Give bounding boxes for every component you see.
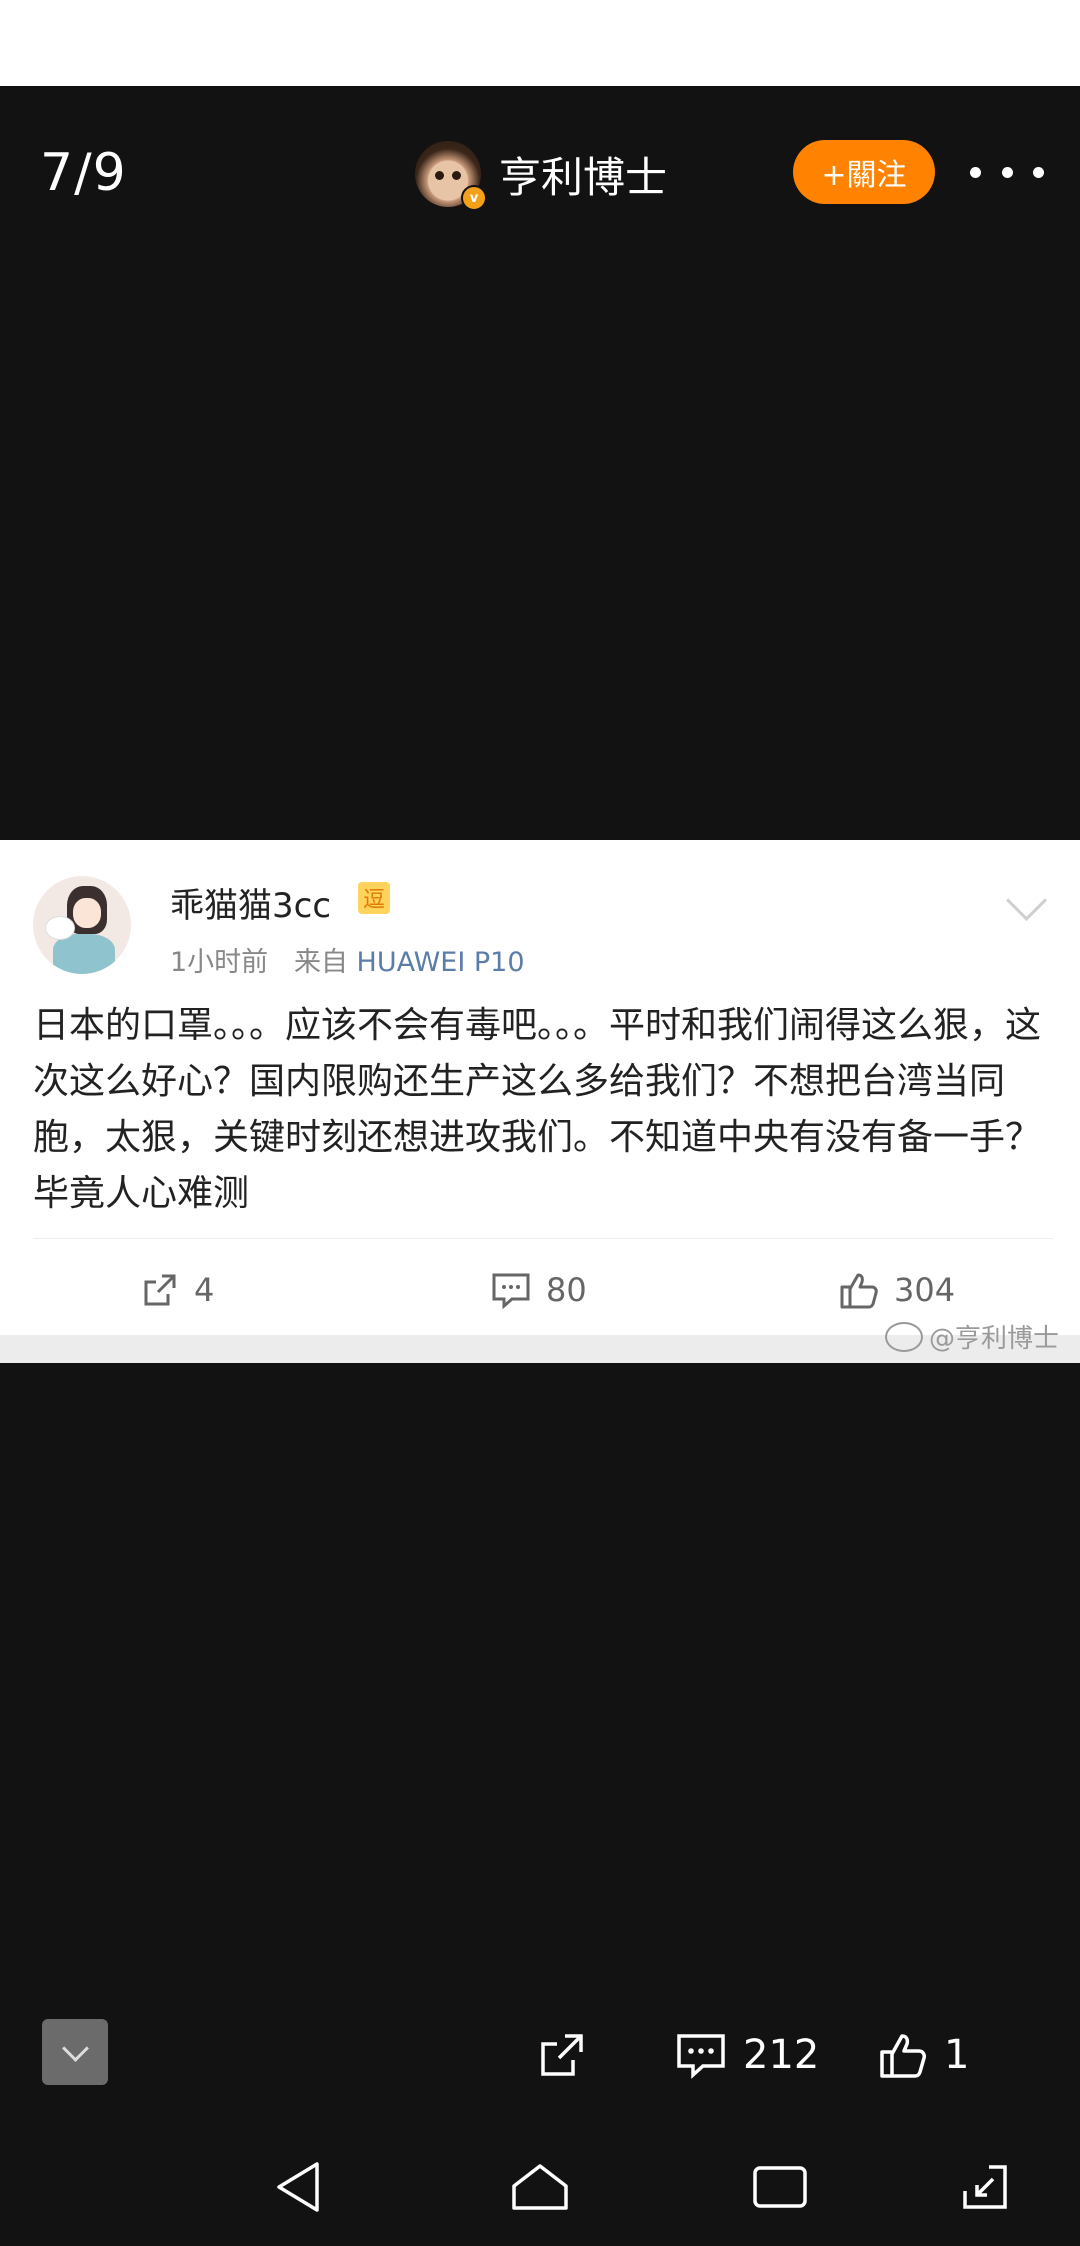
bottom-comment-count: 212 — [743, 2032, 820, 2078]
expand-icon — [963, 2165, 1007, 2209]
bottom-comment-button[interactable]: 212 — [675, 2025, 819, 2085]
system-nav-bar — [0, 2140, 1080, 2246]
post-like-count: 304 — [894, 1271, 956, 1309]
verified-badge-icon: v — [461, 185, 487, 211]
post-time: 1小时前 — [170, 947, 269, 978]
post-comment-count: 80 — [546, 1271, 587, 1309]
nav-home-button[interactable] — [505, 2152, 575, 2222]
post-share: 4 — [140, 1260, 214, 1320]
nav-home-icon — [512, 2164, 568, 2210]
chevron-down-icon — [1005, 879, 1048, 922]
post-comment: 80 — [490, 1260, 587, 1320]
nav-back-icon — [277, 2162, 319, 2212]
watermark-text: @亨利博士 — [929, 1324, 1060, 1354]
follow-button[interactable]: +關注 — [793, 140, 935, 204]
thumbs-up-icon — [840, 1273, 878, 1309]
comment-icon — [677, 2034, 725, 2079]
nav-back-button[interactable] — [263, 2152, 333, 2222]
author-name[interactable]: 亨利博士 — [499, 144, 667, 205]
comment-icon — [492, 1273, 530, 1310]
top-status-area — [0, 0, 1080, 87]
nav-recent-button[interactable] — [745, 2152, 815, 2222]
collapse-button[interactable] — [42, 2019, 108, 2085]
bottom-like-button[interactable]: 1 — [878, 2025, 969, 2085]
post-share-count: 4 — [194, 1271, 215, 1309]
share-icon — [541, 2034, 583, 2076]
nav-expand-button[interactable] — [950, 2152, 1020, 2222]
thumbs-up-icon — [880, 2034, 926, 2078]
divider — [33, 1238, 1053, 1239]
share-icon — [144, 1274, 176, 1306]
member-badge-icon: 逗 — [358, 882, 390, 914]
image-counter: 7/9 — [40, 143, 127, 203]
post-meta: 1小时前 来自 HUAWEI P10 — [170, 940, 525, 979]
post-screenshot-card: 乖猫猫3cc 逗 1小时前 来自 HUAWEI P10 日本的口罩。。。应该不会… — [0, 840, 1080, 1335]
more-dots-icon[interactable] — [970, 146, 1044, 198]
post-avatar — [33, 876, 131, 974]
chevron-down-icon — [61, 2034, 89, 2062]
post-source-device: HUAWEI P10 — [356, 947, 525, 978]
nav-recent-icon — [753, 2166, 807, 2208]
post-source-prefix: 来自 — [293, 947, 348, 978]
post-username: 乖猫猫3cc — [170, 886, 332, 926]
bottom-like-count: 1 — [944, 2032, 970, 2078]
post-text: 日本的口罩。。。应该不会有毒吧。。。平时和我们闹得这么狠，这次这么好心？国内限购… — [33, 1005, 1042, 1214]
weibo-logo-icon — [885, 1321, 923, 1352]
bottom-share-button[interactable] — [537, 2025, 603, 2085]
author-info[interactable]: v 亨利博士 — [415, 139, 667, 211]
author-avatar[interactable]: v — [415, 141, 487, 211]
viewer-header: 7/9 v 亨利博士 +關注 — [0, 86, 1080, 261]
post-actions: 4 80 304 — [0, 1260, 1080, 1320]
watermark: @亨利博士 — [885, 1318, 1059, 1355]
post-like: 304 — [838, 1260, 955, 1320]
